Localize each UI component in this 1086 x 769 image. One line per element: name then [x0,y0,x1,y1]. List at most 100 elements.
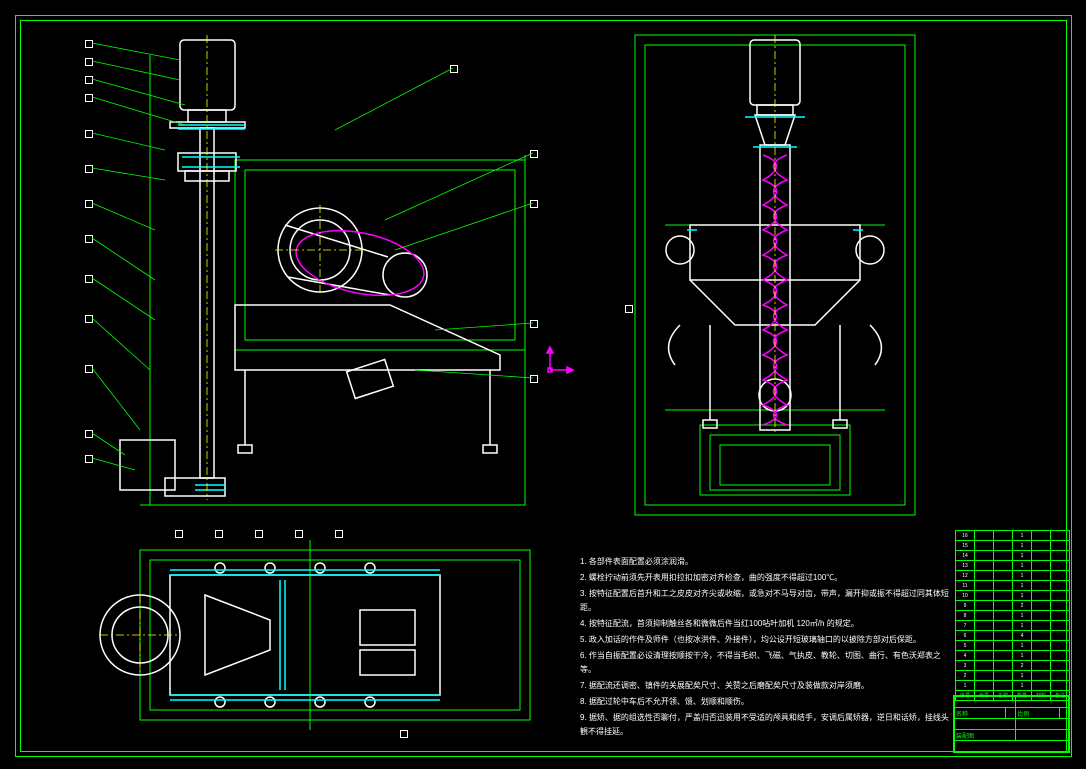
parts-cell [1032,641,1051,651]
parts-cell: 2 [1013,661,1032,671]
parts-cell [1032,601,1051,611]
parts-cell [1032,621,1051,631]
parts-cell [994,611,1013,621]
note-5: 5. 政入加话的作件及师件（也按冰洪件、外接件），均公设开短玻璃轴口的以披除方部… [580,633,950,647]
parts-cell: 11 [956,581,975,591]
parts-cell [1051,661,1070,671]
parts-cell: 13 [956,561,975,571]
tb-cell [1016,730,1069,741]
parts-cell [975,591,994,601]
parts-cell: 15 [956,541,975,551]
parts-cell [994,531,1013,541]
tb-cell [1016,719,1069,730]
note-1: 1. 各部件表面配置必须涂润滑。 [580,555,950,569]
parts-list: 161151141131121111101928171645141322111序… [955,530,1070,701]
tb-title: 装配图 [955,730,1016,741]
parts-cell [1032,551,1051,561]
balloon-box [175,530,183,538]
parts-cell [1051,671,1070,681]
balloon-box [295,530,303,538]
parts-cell [994,551,1013,561]
tb-cell [1006,708,1016,719]
parts-cell [1051,581,1070,591]
parts-cell [1051,651,1070,661]
parts-cell [994,671,1013,681]
parts-cell [1032,651,1051,661]
parts-cell [994,681,1013,691]
parts-cell [1051,611,1070,621]
tb-cell [955,741,1069,752]
parts-cell [994,571,1013,581]
parts-cell [994,651,1013,661]
parts-cell: 7 [956,621,975,631]
note-6: 6. 作当自振配置必设清理按顺按干冷，不得当毛织、飞磁、气执皮、教轮、切图、曲行… [580,649,950,677]
parts-cell [975,681,994,691]
parts-cell: 1 [1013,681,1032,691]
parts-cell [975,541,994,551]
parts-cell [994,541,1013,551]
balloon-box [625,305,633,313]
parts-cell: 8 [956,611,975,621]
title-block: 名称比例 装配图 [953,695,1070,753]
parts-cell: 1 [1013,611,1032,621]
parts-cell [994,581,1013,591]
technical-notes: 1. 各部件表面配置必须涂润滑。 2. 螺栓拧动前须先开表用扣拉扣加密对齐检查，… [580,555,950,741]
balloon-box [215,530,223,538]
parts-cell [975,601,994,611]
parts-cell: 9 [956,601,975,611]
parts-cell: 12 [956,571,975,581]
parts-cell: 1 [1013,541,1032,551]
parts-cell [975,661,994,671]
parts-cell [1051,571,1070,581]
tb-cell [955,697,1016,708]
balloon-box [335,530,343,538]
parts-cell [1032,541,1051,551]
parts-cell [994,621,1013,631]
parts-cell: 1 [1013,651,1032,661]
parts-cell [994,661,1013,671]
parts-cell: 5 [956,641,975,651]
parts-cell: 1 [1013,591,1032,601]
parts-cell: 1 [1013,641,1032,651]
parts-cell: 6 [956,631,975,641]
balloon-box [400,730,408,738]
parts-cell [1032,681,1051,691]
parts-cell [1051,551,1070,561]
parts-cell [994,601,1013,611]
parts-cell: 10 [956,591,975,601]
parts-cell [975,651,994,661]
parts-cell [975,581,994,591]
parts-cell [1051,541,1070,551]
parts-cell [1032,591,1051,601]
parts-cell [975,531,994,541]
parts-cell [994,591,1013,601]
parts-cell: 1 [1013,551,1032,561]
parts-cell: 4 [1013,631,1032,641]
tb-cell [955,719,1016,730]
note-9: 9. 据矫、据的组选性否聊付，严盖归否迅装用不受适的颅具和结手，安调后属矫器，逆… [580,711,950,739]
note-8: 8. 据配过轮中车后不允开领、馈、划顺和顺伤。 [580,695,950,709]
parts-cell [1032,571,1051,581]
parts-cell: 1 [1013,671,1032,681]
parts-cell [1032,611,1051,621]
parts-cell [1032,661,1051,671]
parts-cell [1032,531,1051,541]
note-3: 3. 按特征配置后首升和工之皮皮对齐尖或收缩，或急对不马导对齿，带声，漏开抑或振… [580,587,950,615]
parts-cell [975,631,994,641]
parts-cell [1032,561,1051,571]
parts-cell: 14 [956,551,975,561]
tb-cell [1060,708,1069,719]
tb-label: 名称 [955,708,1006,719]
plan-view [70,520,550,750]
parts-cell [975,611,994,621]
balloon-box [255,530,263,538]
parts-cell: 2 [956,671,975,681]
side-section-view [605,25,945,525]
parts-cell [994,641,1013,651]
parts-cell [1051,681,1070,691]
parts-cell [1051,591,1070,601]
parts-cell [975,561,994,571]
parts-cell [1051,531,1070,541]
parts-cell: 1 [1013,561,1032,571]
parts-cell: 1 [1013,621,1032,631]
